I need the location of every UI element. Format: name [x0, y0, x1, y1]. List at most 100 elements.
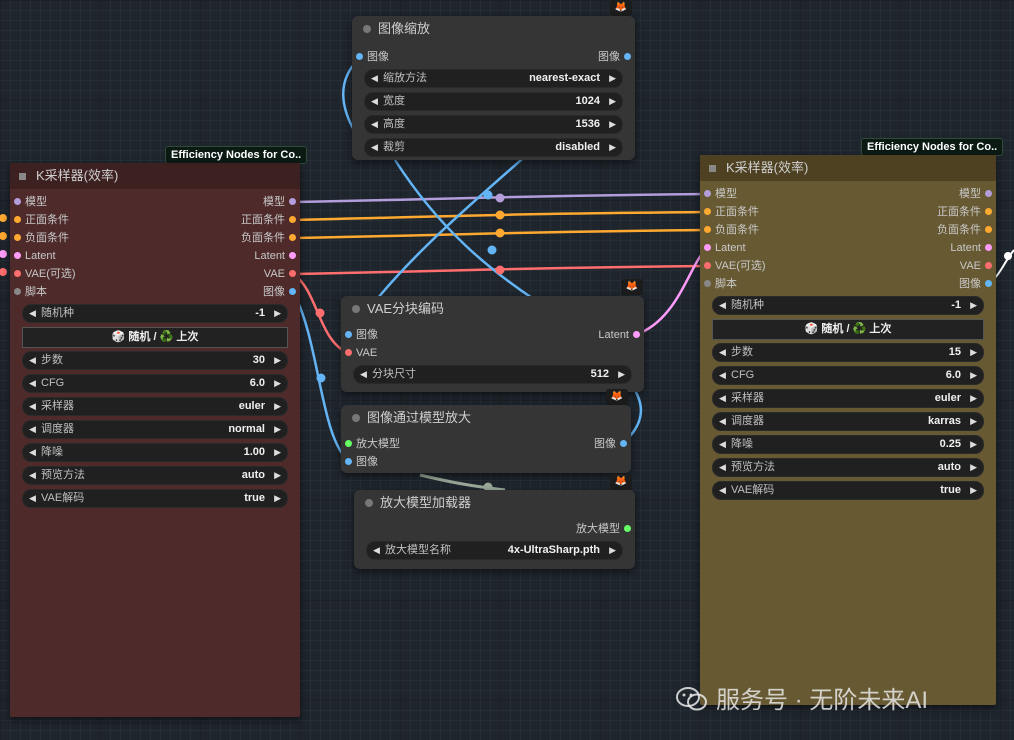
input-socket-vae[interactable]: [14, 270, 21, 277]
arrow-left-icon[interactable]: ◀: [29, 352, 36, 369]
input-socket-model[interactable]: [704, 190, 711, 197]
input-socket-script[interactable]: [704, 280, 711, 287]
arrow-right-icon[interactable]: ▶: [970, 459, 977, 476]
arrow-right-icon[interactable]: ▶: [970, 390, 977, 407]
arrow-left-icon[interactable]: ◀: [373, 542, 380, 559]
widget-cfg[interactable]: ◀ CFG 6.0 ▶: [712, 366, 984, 385]
input-socket-positive[interactable]: [704, 208, 711, 215]
output-socket-positive[interactable]: [289, 216, 296, 223]
output-socket-latent[interactable]: [985, 244, 992, 251]
input-socket-upscale-model[interactable]: [345, 440, 352, 447]
node-ksampler-left[interactable]: K采样器(效率) 模型 模型 正面条件 正面条件 负面条件 负面条件 Latent La…: [10, 163, 300, 717]
seed-control-button[interactable]: 🎲 随机 / ♻️ 上次: [22, 327, 288, 348]
arrow-right-icon[interactable]: ▶: [609, 542, 616, 559]
arrow-left-icon[interactable]: ◀: [719, 390, 726, 407]
arrow-right-icon[interactable]: ▶: [274, 352, 281, 369]
arrow-left-icon[interactable]: ◀: [29, 421, 36, 438]
arrow-right-icon[interactable]: ▶: [970, 436, 977, 453]
input-socket-model[interactable]: [14, 198, 21, 205]
collapse-dot-icon[interactable]: [365, 499, 373, 507]
output-socket-image[interactable]: [620, 440, 627, 447]
widget-scheduler[interactable]: ◀ 调度器 normal ▶: [22, 420, 288, 439]
reroute-dot[interactable]: [495, 193, 505, 203]
node-vae-tiled-encode[interactable]: VAE分块编码 图像 Latent VAE ◀ 分块尺寸 512 ▶: [341, 296, 644, 392]
seed-control-button[interactable]: 🎲 随机 / ♻️ 上次: [712, 319, 984, 340]
widget-seed[interactable]: ◀ 随机种 -1 ▶: [22, 304, 288, 323]
node-title[interactable]: VAE分块编码: [341, 296, 644, 322]
widget-sampler[interactable]: ◀ 采样器 euler ▶: [712, 389, 984, 408]
widget-seed[interactable]: ◀ 随机种 -1 ▶: [712, 296, 984, 315]
output-socket-vae[interactable]: [289, 270, 296, 277]
arrow-right-icon[interactable]: ▶: [274, 444, 281, 461]
arrow-right-icon[interactable]: ▶: [618, 366, 625, 383]
widget-preview-method[interactable]: ◀ 预览方法 auto ▶: [712, 458, 984, 477]
node-upscale-with-model[interactable]: 图像通过模型放大 放大模型 图像 图像: [341, 405, 631, 473]
arrow-right-icon[interactable]: ▶: [609, 116, 616, 133]
widget-tile-size[interactable]: ◀ 分块尺寸 512 ▶: [353, 365, 632, 384]
widget-scheduler[interactable]: ◀ 调度器 karras ▶: [712, 412, 984, 431]
arrow-left-icon[interactable]: ◀: [719, 436, 726, 453]
reroute-dot[interactable]: [487, 245, 497, 255]
input-socket-vae[interactable]: [345, 349, 352, 356]
arrow-left-icon[interactable]: ◀: [719, 367, 726, 384]
arrow-left-icon[interactable]: ◀: [371, 93, 378, 110]
arrow-right-icon[interactable]: ▶: [609, 70, 616, 87]
reroute-dot[interactable]: [495, 210, 505, 220]
widget-upscale-method[interactable]: ◀ 缩放方法 nearest-exact ▶: [364, 69, 623, 88]
arrow-right-icon[interactable]: ▶: [970, 297, 977, 314]
collapse-square-icon[interactable]: [19, 173, 26, 180]
input-socket-image[interactable]: [345, 331, 352, 338]
arrow-left-icon[interactable]: ◀: [719, 413, 726, 430]
widget-model-name[interactable]: ◀ 放大模型名称 4x-UltraSharp.pth ▶: [366, 541, 623, 560]
arrow-left-icon[interactable]: ◀: [719, 297, 726, 314]
input-socket-image[interactable]: [345, 458, 352, 465]
input-socket-vae[interactable]: [704, 262, 711, 269]
arrow-right-icon[interactable]: ▶: [970, 344, 977, 361]
reroute-dot[interactable]: [315, 308, 325, 318]
input-socket-script[interactable]: [14, 288, 21, 295]
input-socket-latent[interactable]: [14, 252, 21, 259]
node-ksampler-right[interactable]: K采样器(效率) 模型 模型 正面条件 正面条件 负面条件 负面条件 Latent La…: [700, 155, 996, 705]
arrow-left-icon[interactable]: ◀: [371, 116, 378, 133]
arrow-right-icon[interactable]: ▶: [970, 413, 977, 430]
arrow-left-icon[interactable]: ◀: [29, 398, 36, 415]
output-socket-model[interactable]: [289, 198, 296, 205]
collapse-square-icon[interactable]: [709, 165, 716, 172]
arrow-right-icon[interactable]: ▶: [274, 305, 281, 322]
arrow-left-icon[interactable]: ◀: [719, 344, 726, 361]
arrow-left-icon[interactable]: ◀: [29, 305, 36, 322]
output-socket-negative[interactable]: [289, 234, 296, 241]
output-socket-image[interactable]: [289, 288, 296, 295]
output-socket-vae[interactable]: [985, 262, 992, 269]
arrow-left-icon[interactable]: ◀: [29, 444, 36, 461]
arrow-left-icon[interactable]: ◀: [360, 366, 367, 383]
widget-preview-method[interactable]: ◀ 预览方法 auto ▶: [22, 466, 288, 485]
output-socket-positive[interactable]: [985, 208, 992, 215]
arrow-right-icon[interactable]: ▶: [274, 467, 281, 484]
input-socket-negative[interactable]: [14, 234, 21, 241]
widget-sampler[interactable]: ◀ 采样器 euler ▶: [22, 397, 288, 416]
widget-steps[interactable]: ◀ 步数 30 ▶: [22, 351, 288, 370]
node-title[interactable]: 图像缩放: [352, 16, 635, 42]
node-title[interactable]: K采样器(效率): [10, 163, 300, 189]
node-title[interactable]: 放大模型加载器: [354, 490, 635, 516]
arrow-left-icon[interactable]: ◀: [719, 482, 726, 499]
node-image-scale[interactable]: 图像缩放 图像 图像 ◀ 缩放方法 nearest-exact ▶ ◀ 宽度 1024 ▶ …: [352, 16, 635, 160]
arrow-right-icon[interactable]: ▶: [274, 398, 281, 415]
widget-vae-decode[interactable]: ◀ VAE解码 true ▶: [22, 489, 288, 508]
arrow-right-icon[interactable]: ▶: [274, 375, 281, 392]
reroute-dot[interactable]: [316, 373, 326, 383]
arrow-left-icon[interactable]: ◀: [371, 139, 378, 156]
node-title[interactable]: 图像通过模型放大: [341, 405, 631, 431]
output-socket-latent[interactable]: [633, 331, 640, 338]
arrow-right-icon[interactable]: ▶: [970, 482, 977, 499]
reroute-dot[interactable]: [495, 228, 505, 238]
arrow-right-icon[interactable]: ▶: [274, 490, 281, 507]
node-upscale-model-loader[interactable]: 放大模型加载器 放大模型 ◀ 放大模型名称 4x-UltraSharp.pth ▶: [354, 490, 635, 569]
widget-denoise[interactable]: ◀ 降噪 1.00 ▶: [22, 443, 288, 462]
output-socket-model[interactable]: [985, 190, 992, 197]
output-socket-upscale-model[interactable]: [624, 525, 631, 532]
arrow-left-icon[interactable]: ◀: [29, 467, 36, 484]
widget-steps[interactable]: ◀ 步数 15 ▶: [712, 343, 984, 362]
arrow-right-icon[interactable]: ▶: [274, 421, 281, 438]
